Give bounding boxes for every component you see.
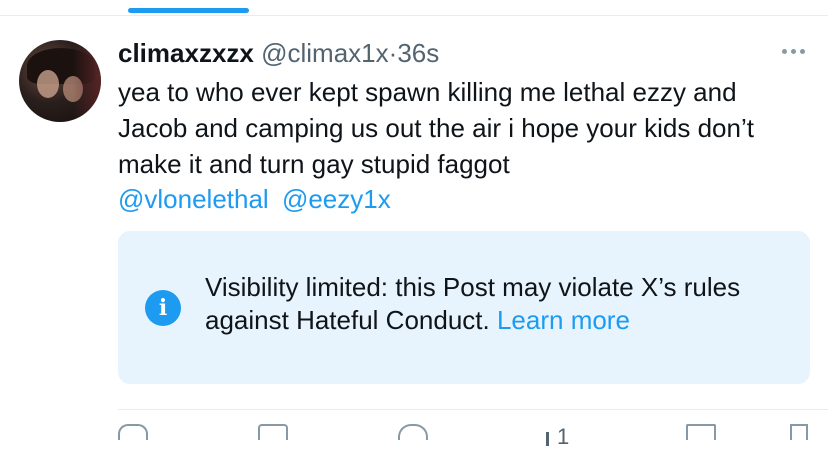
timestamp[interactable]: 36s xyxy=(397,38,439,68)
post-header: climaxzxzx @climax1x·36s xyxy=(118,38,439,69)
more-options-icon[interactable] xyxy=(778,41,808,61)
visibility-notice: i Visibility limited: this Post may viol… xyxy=(118,231,810,384)
dot xyxy=(799,48,805,54)
notice-text: Visibility limited: this Post may violat… xyxy=(205,271,795,337)
notice-message: Visibility limited: this Post may violat… xyxy=(205,272,741,335)
handle[interactable]: @climax1x xyxy=(261,38,389,68)
avatar-glow xyxy=(73,40,101,122)
top-divider xyxy=(0,15,828,16)
tab-indicator xyxy=(128,8,249,13)
mention-link[interactable]: @eezy1x xyxy=(282,184,391,214)
learn-more-link[interactable]: Learn more xyxy=(497,305,630,335)
views-count: 1 xyxy=(557,424,570,449)
avatar[interactable] xyxy=(19,40,101,122)
mention-link[interactable]: @vlonelethal xyxy=(118,184,269,214)
display-name[interactable]: climaxzxzx xyxy=(118,38,254,68)
post-text: yea to who ever kept spawn killing me le… xyxy=(118,77,754,179)
avatar-face xyxy=(37,70,59,98)
views-button[interactable]: 1 xyxy=(546,424,569,450)
info-icon: i xyxy=(145,290,181,326)
mentions: @vlonelethal @eezy1x xyxy=(118,181,397,217)
action-bar: 1 xyxy=(118,424,810,449)
views-icon xyxy=(546,432,549,446)
separator-dot: · xyxy=(388,38,398,68)
dot xyxy=(781,48,787,54)
dot xyxy=(790,48,796,54)
bottom-divider xyxy=(118,409,828,410)
